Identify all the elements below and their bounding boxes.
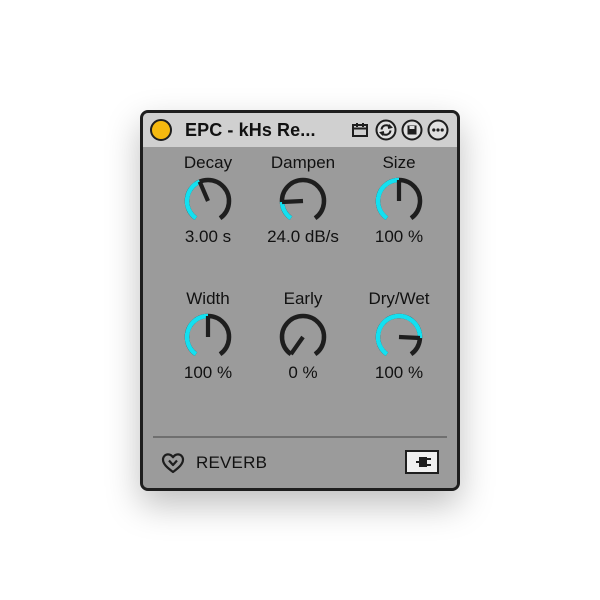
knob-value-arc	[279, 201, 293, 221]
footer-divider	[153, 436, 447, 438]
knob-early[interactable]: Early 0 %	[248, 289, 358, 399]
width-dial[interactable]	[182, 311, 234, 363]
stage: EPC - kHs Re... Decay 3.00 s Dampen 24.0…	[0, 0, 600, 600]
knob-width[interactable]: Width 100 %	[153, 289, 263, 399]
save-icon[interactable]	[401, 119, 423, 141]
size-dial[interactable]	[373, 175, 425, 227]
drywet-dial[interactable]	[373, 311, 425, 363]
knob-label: Width	[186, 289, 230, 308]
knob-label: Decay	[183, 153, 233, 172]
knob-value-arc	[184, 179, 201, 221]
knob-value: 100 %	[374, 363, 424, 382]
knob-value: 100 %	[183, 363, 233, 382]
decay-dial[interactable]	[182, 175, 234, 227]
knob-needle	[289, 335, 305, 356]
knob-size[interactable]: Size 100 %	[344, 153, 454, 263]
knob-value-arc	[184, 313, 209, 357]
knob-needle	[281, 198, 304, 205]
device-titlebar: EPC - kHs Re...	[143, 113, 457, 148]
knob-label: Size	[382, 153, 416, 172]
plug-icon	[416, 457, 431, 467]
refresh-icon[interactable]	[375, 119, 397, 141]
knob-label: Dampen	[270, 153, 336, 172]
device-power-button[interactable]	[150, 119, 172, 141]
knob-value: 24.0 dB/s	[267, 227, 339, 246]
knob-label: Early	[283, 289, 323, 308]
knob-decay[interactable]: Decay 3.00 s	[153, 153, 263, 263]
knob-value-arc	[375, 313, 423, 357]
device-type-label: REVERB	[196, 453, 268, 472]
dampen-dial[interactable]	[277, 175, 329, 227]
calendar-icon[interactable]	[349, 119, 371, 141]
plug-button[interactable]	[405, 450, 439, 474]
heart-logo-icon	[161, 452, 185, 474]
reverb-device: EPC - kHs Re... Decay 3.00 s Dampen 24.0…	[140, 110, 460, 491]
early-dial[interactable]	[277, 311, 329, 363]
knob-value-arc	[375, 177, 400, 221]
knob-value: 0 %	[288, 363, 318, 382]
device-panel: Decay 3.00 s Dampen 24.0 dB/s Size 100 %…	[143, 147, 457, 488]
knob-value: 100 %	[374, 227, 424, 246]
knob-label: Dry/Wet	[368, 289, 430, 308]
knob-track-arc	[279, 313, 327, 357]
device-title: EPC - kHs Re...	[185, 120, 316, 140]
knob-value: 3.00 s	[184, 227, 232, 246]
title-icons	[349, 119, 449, 141]
knob-needle	[398, 334, 421, 341]
knob-dampen[interactable]: Dampen 24.0 dB/s	[248, 153, 358, 263]
knob-needle	[197, 180, 210, 202]
knob-drywet[interactable]: Dry/Wet 100 %	[344, 289, 454, 399]
knob-track-arc	[279, 177, 327, 221]
more-icon[interactable]	[427, 119, 449, 141]
